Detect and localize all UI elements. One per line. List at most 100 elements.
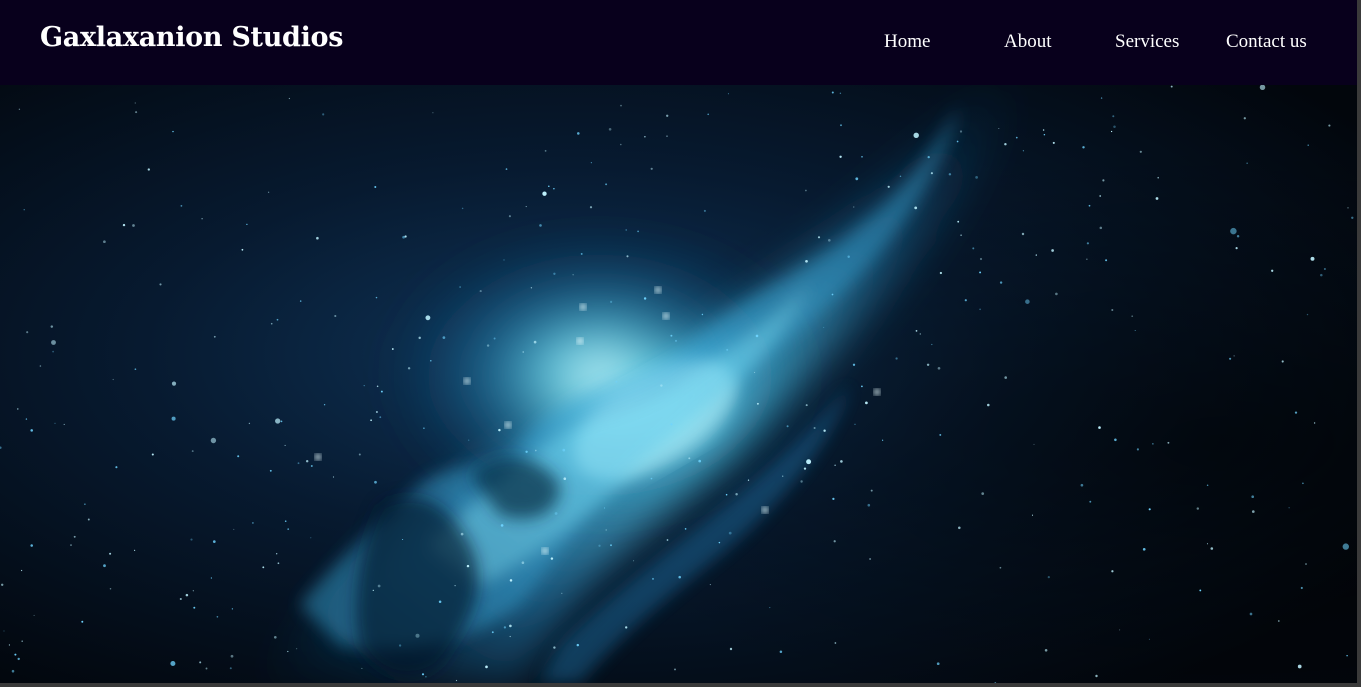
star (1082, 146, 1085, 149)
star (1111, 308, 1114, 312)
star (380, 390, 383, 393)
star (503, 259, 505, 261)
star (626, 255, 629, 258)
star (840, 124, 842, 127)
star (625, 229, 627, 231)
star (652, 577, 654, 580)
star (625, 626, 628, 629)
star (170, 660, 176, 667)
star (73, 535, 76, 538)
bright-star (576, 337, 584, 345)
star (576, 643, 580, 647)
star (1111, 570, 1114, 573)
star (1300, 586, 1303, 590)
star (522, 351, 524, 353)
star (610, 544, 612, 547)
star (1148, 508, 1151, 511)
star (231, 608, 234, 610)
star (707, 113, 710, 116)
bright-star (654, 286, 662, 294)
star (132, 224, 135, 227)
star (425, 675, 427, 678)
star (703, 209, 706, 212)
star (553, 272, 556, 275)
star (979, 257, 983, 261)
star (747, 479, 750, 481)
star (937, 366, 941, 370)
star (1170, 85, 1173, 88)
star (987, 403, 990, 407)
star (550, 557, 554, 560)
star (919, 333, 922, 335)
star (855, 177, 859, 181)
star (1199, 589, 1202, 592)
star (1142, 547, 1146, 551)
star (805, 259, 808, 263)
star (1102, 179, 1105, 182)
star (454, 584, 456, 587)
star (418, 336, 421, 340)
star (1323, 267, 1326, 271)
star (270, 322, 273, 325)
star (212, 540, 216, 543)
star (839, 92, 842, 94)
star (563, 477, 567, 481)
star (171, 381, 177, 386)
star (442, 336, 446, 339)
star (26, 331, 29, 334)
star (205, 667, 208, 670)
star (899, 175, 902, 178)
star (1346, 654, 1348, 657)
star (1148, 638, 1150, 640)
star (375, 296, 378, 299)
nav-link-services[interactable]: Services (1115, 31, 1179, 53)
star (39, 365, 42, 367)
star (273, 635, 277, 639)
star (1114, 438, 1117, 442)
star (275, 418, 281, 424)
star (828, 239, 831, 242)
star (3, 630, 5, 632)
star (786, 425, 789, 428)
star (1351, 216, 1354, 219)
star (415, 633, 420, 638)
star (115, 466, 118, 469)
nav-link-home[interactable]: Home (884, 31, 930, 53)
star (644, 136, 646, 138)
star (1025, 299, 1030, 304)
star (233, 528, 235, 530)
bright-star (504, 421, 512, 429)
star (521, 561, 525, 564)
nav-link-contact[interactable]: Contact us (1226, 31, 1307, 53)
star (800, 480, 803, 483)
star (391, 348, 394, 350)
star (615, 380, 618, 383)
star (666, 539, 669, 541)
star (718, 541, 721, 544)
star (633, 560, 635, 562)
star (316, 236, 319, 240)
star (1342, 543, 1349, 550)
star (834, 642, 837, 644)
star (30, 544, 33, 547)
star (847, 255, 850, 258)
star (297, 462, 300, 465)
star (839, 155, 842, 158)
star (241, 248, 244, 251)
star (372, 589, 374, 592)
brand-logo[interactable]: Gaxlaxanion Studios (40, 22, 343, 53)
star (84, 503, 86, 505)
star (122, 223, 126, 227)
star (17, 657, 20, 661)
star (432, 112, 434, 114)
star (927, 155, 930, 159)
nav-link-about[interactable]: About (1004, 31, 1052, 53)
star (1249, 612, 1253, 616)
star (51, 340, 56, 345)
star (805, 404, 808, 407)
star (459, 286, 461, 288)
hero-galaxy-image (0, 85, 1357, 683)
star (455, 679, 458, 682)
star (493, 337, 496, 340)
star (1246, 162, 1248, 164)
